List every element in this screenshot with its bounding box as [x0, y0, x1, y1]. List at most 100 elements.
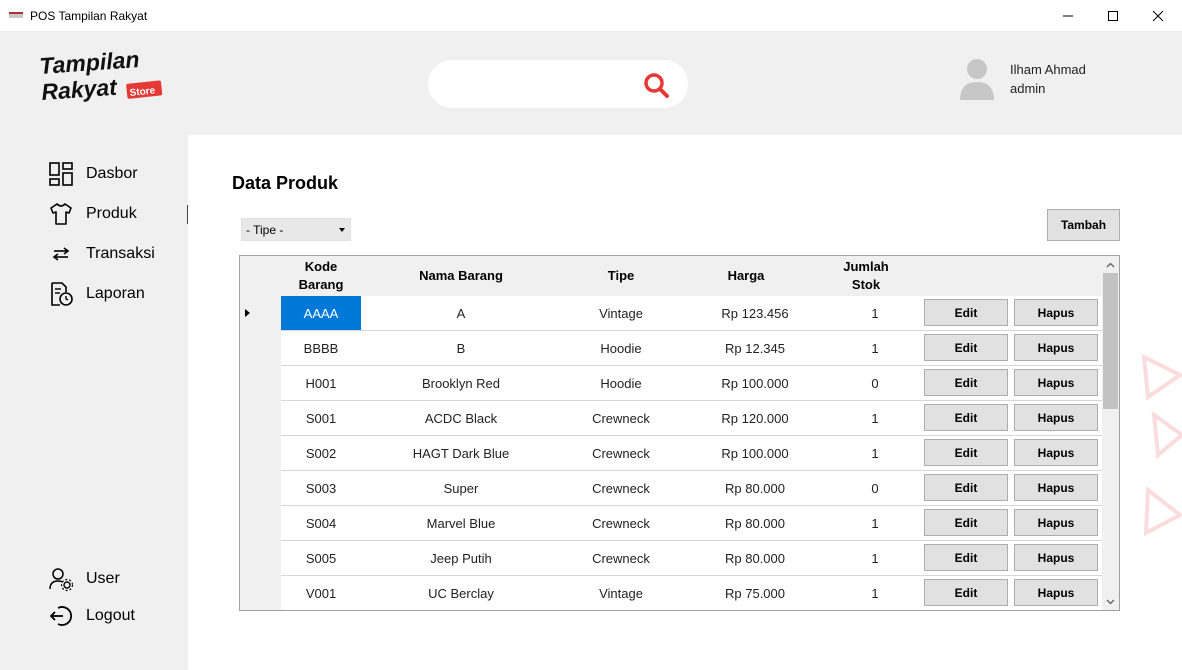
cell-kode[interactable]: AAAA: [281, 296, 361, 330]
row-header[interactable]: [240, 366, 281, 401]
delete-button[interactable]: Hapus: [1014, 404, 1098, 431]
edit-button[interactable]: Edit: [924, 544, 1008, 571]
cell-stok[interactable]: 1: [829, 331, 921, 365]
delete-button[interactable]: Hapus: [1014, 579, 1098, 606]
cell-nama[interactable]: ACDC Black: [361, 401, 561, 435]
cell-kode[interactable]: H001: [281, 366, 361, 400]
delete-button[interactable]: Hapus: [1014, 369, 1098, 396]
minimize-button[interactable]: [1045, 0, 1091, 31]
cell-nama[interactable]: HAGT Dark Blue: [361, 436, 561, 470]
shirt-icon: [48, 201, 74, 227]
cell-tipe[interactable]: Crewneck: [561, 401, 681, 435]
cell-tipe[interactable]: Crewneck: [561, 506, 681, 540]
delete-button[interactable]: Hapus: [1014, 474, 1098, 501]
cell-kode[interactable]: S002: [281, 436, 361, 470]
edit-button[interactable]: Edit: [924, 509, 1008, 536]
sidebar-item-produk[interactable]: Produk: [48, 200, 137, 228]
cell-stok[interactable]: 0: [829, 366, 921, 400]
cell-harga[interactable]: Rp 123.456: [681, 296, 829, 330]
row-header[interactable]: [240, 296, 281, 331]
sidebar-item-dasbor[interactable]: Dasbor: [48, 160, 138, 188]
sidebar-item-user[interactable]: User: [48, 565, 120, 593]
scroll-down-button[interactable]: [1102, 593, 1119, 610]
cell-harga[interactable]: Rp 80.000: [681, 541, 829, 575]
cell-tipe[interactable]: Vintage: [561, 296, 681, 330]
table-row[interactable]: S005 Jeep Putih Crewneck Rp 80.000 1 Edit Hapu…: [240, 541, 1102, 576]
cell-kode[interactable]: S004: [281, 506, 361, 540]
cell-stok[interactable]: 1: [829, 541, 921, 575]
close-button[interactable]: [1135, 0, 1181, 31]
sidebar-item-transaksi[interactable]: Transaksi: [48, 240, 155, 268]
cell-kode[interactable]: BBBB: [281, 331, 361, 365]
sidebar-item-laporan[interactable]: Laporan: [48, 280, 145, 308]
row-header[interactable]: [240, 331, 281, 366]
add-product-button[interactable]: Tambah: [1047, 209, 1120, 241]
cell-stok[interactable]: 1: [829, 506, 921, 540]
cell-kode[interactable]: S001: [281, 401, 361, 435]
cell-tipe[interactable]: Crewneck: [561, 471, 681, 505]
row-header[interactable]: [240, 436, 281, 471]
edit-button[interactable]: Edit: [924, 474, 1008, 501]
cell-nama[interactable]: UC Berclay: [361, 576, 561, 610]
type-filter-select[interactable]: - Tipe -: [241, 218, 351, 241]
delete-button[interactable]: Hapus: [1014, 334, 1098, 361]
cell-harga[interactable]: Rp 80.000: [681, 471, 829, 505]
delete-button[interactable]: Hapus: [1014, 439, 1098, 466]
scroll-up-button[interactable]: [1102, 256, 1119, 273]
table-row[interactable]: H001 Brooklyn Red Hoodie Rp 100.000 0 Edit Hap…: [240, 366, 1102, 401]
table-row[interactable]: S003 Super Crewneck Rp 80.000 0 Edit Hapus: [240, 471, 1102, 506]
cell-nama[interactable]: Brooklyn Red: [361, 366, 561, 400]
cell-harga[interactable]: Rp 75.000: [681, 576, 829, 610]
cell-tipe[interactable]: Hoodie: [561, 331, 681, 365]
cell-kode[interactable]: S003: [281, 471, 361, 505]
vertical-scrollbar[interactable]: [1102, 256, 1119, 610]
table-row[interactable]: S004 Marvel Blue Crewneck Rp 80.000 1 Edit Hap…: [240, 506, 1102, 541]
table-row[interactable]: V001 UC Berclay Vintage Rp 75.000 1 Edit Hapus: [240, 576, 1102, 610]
cell-kode[interactable]: S005: [281, 541, 361, 575]
cell-harga[interactable]: Rp 100.000: [681, 436, 829, 470]
row-header[interactable]: [240, 471, 281, 506]
cell-nama[interactable]: A: [361, 296, 561, 330]
cell-tipe[interactable]: Vintage: [561, 576, 681, 610]
scrollbar-thumb[interactable]: [1103, 273, 1118, 409]
cell-stok[interactable]: 0: [829, 471, 921, 505]
delete-button[interactable]: Hapus: [1014, 509, 1098, 536]
delete-button[interactable]: Hapus: [1014, 544, 1098, 571]
cell-harga[interactable]: Rp 80.000: [681, 506, 829, 540]
cell-stok[interactable]: 1: [829, 576, 921, 610]
edit-button[interactable]: Edit: [924, 404, 1008, 431]
cell-kode[interactable]: V001: [281, 576, 361, 610]
maximize-button[interactable]: [1090, 0, 1136, 31]
cell-nama[interactable]: B: [361, 331, 561, 365]
cell-harga[interactable]: Rp 120.000: [681, 401, 829, 435]
edit-button[interactable]: Edit: [924, 334, 1008, 361]
row-header[interactable]: [240, 576, 281, 610]
edit-button[interactable]: Edit: [924, 579, 1008, 606]
cell-stok[interactable]: 1: [829, 296, 921, 330]
cell-harga[interactable]: Rp 100.000: [681, 366, 829, 400]
cell-nama[interactable]: Jeep Putih: [361, 541, 561, 575]
chevron-down-icon: [1106, 599, 1115, 604]
search-icon[interactable]: [642, 71, 670, 99]
search-input[interactable]: [446, 72, 636, 96]
cell-harga[interactable]: Rp 12.345: [681, 331, 829, 365]
table-row[interactable]: BBBB B Hoodie Rp 12.345 1 Edit Hapus: [240, 331, 1102, 366]
cell-nama[interactable]: Super: [361, 471, 561, 505]
cell-tipe[interactable]: Crewneck: [561, 541, 681, 575]
table-row[interactable]: AAAA A Vintage Rp 123.456 1 Edit Hapus: [240, 296, 1102, 331]
cell-tipe[interactable]: Crewneck: [561, 436, 681, 470]
table-row[interactable]: S002 HAGT Dark Blue Crewneck Rp 100.000 1 Edi…: [240, 436, 1102, 471]
cell-nama[interactable]: Marvel Blue: [361, 506, 561, 540]
cell-tipe[interactable]: Hoodie: [561, 366, 681, 400]
row-header[interactable]: [240, 401, 281, 436]
delete-button[interactable]: Hapus: [1014, 299, 1098, 326]
table-row[interactable]: S001 ACDC Black Crewneck Rp 120.000 1 Edit Hap…: [240, 401, 1102, 436]
edit-button[interactable]: Edit: [924, 299, 1008, 326]
row-header[interactable]: [240, 506, 281, 541]
edit-button[interactable]: Edit: [924, 369, 1008, 396]
row-header[interactable]: [240, 541, 281, 576]
sidebar-item-logout[interactable]: Logout: [48, 602, 135, 630]
edit-button[interactable]: Edit: [924, 439, 1008, 466]
cell-stok[interactable]: 1: [829, 436, 921, 470]
cell-stok[interactable]: 1: [829, 401, 921, 435]
